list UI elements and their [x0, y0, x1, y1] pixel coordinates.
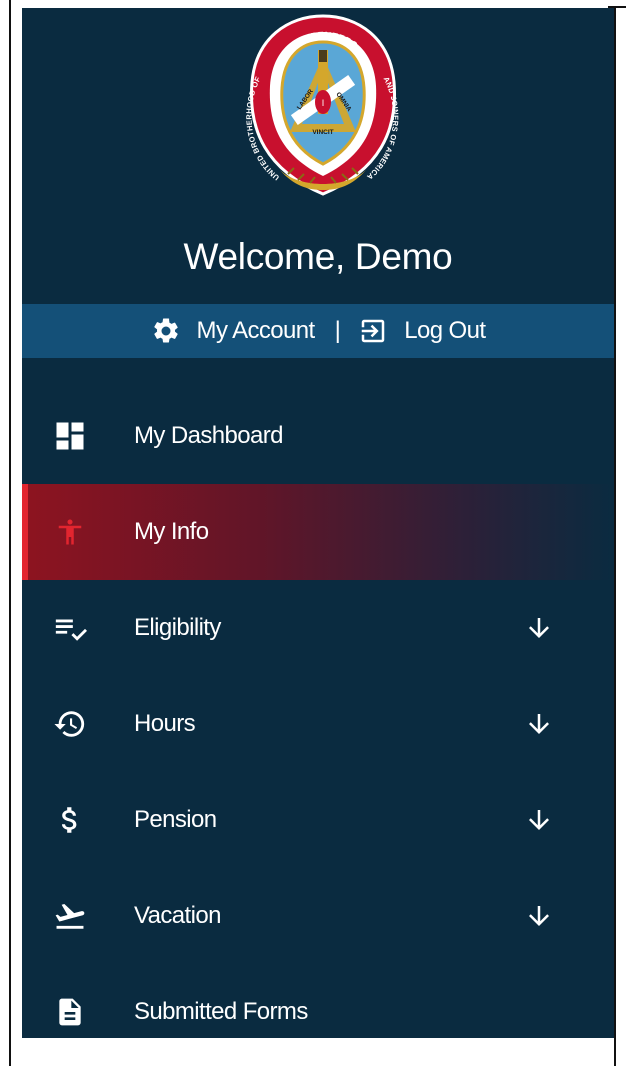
account-separator: |: [334, 317, 341, 344]
arrow-down-icon[interactable]: [524, 901, 554, 931]
nav-item-label: My Info: [134, 518, 209, 545]
dashboard-icon: [50, 416, 90, 456]
arrow-down-icon[interactable]: [524, 805, 554, 835]
nav-item-submitted-forms[interactable]: Submitted Forms: [22, 964, 614, 1038]
checklist-icon: [50, 608, 90, 648]
nav-item-vacation[interactable]: Vacation: [22, 868, 614, 964]
nav-item-my-info[interactable]: My Info: [22, 484, 614, 580]
nav-item-label: Eligibility: [134, 614, 221, 641]
nav-item-label: Vacation: [134, 902, 221, 929]
nav-menu: My Dashboard My Info Eligibility Hours P…: [22, 388, 614, 1038]
frame-border-left: [9, 0, 11, 1066]
nav-item-label: Hours: [134, 710, 196, 737]
nav-item-label: My Dashboard: [134, 422, 283, 449]
logout-link[interactable]: Log Out: [358, 316, 486, 346]
dollar-icon: [50, 800, 90, 840]
flight-takeoff-icon: [50, 896, 90, 936]
logout-label: Log Out: [404, 317, 486, 344]
account-bar: My Account | Log Out: [22, 304, 614, 358]
nav-item-label: Submitted Forms: [134, 998, 308, 1025]
frame-border-right: [614, 6, 616, 1066]
sidebar: CARPENTERS UNITED BROTHERHOOD OF AND JOI…: [22, 8, 614, 1038]
welcome-heading: Welcome, Demo: [183, 236, 453, 277]
my-account-label: My Account: [196, 317, 316, 344]
nav-item-hours[interactable]: Hours: [22, 676, 614, 772]
union-logo: CARPENTERS UNITED BROTHERHOOD OF AND JOI…: [218, 10, 428, 200]
history-icon: [50, 704, 90, 744]
nav-item-my-dashboard[interactable]: My Dashboard: [22, 388, 614, 484]
gear-icon: [151, 316, 181, 346]
person-icon: [50, 512, 90, 552]
nav-item-pension[interactable]: Pension: [22, 772, 614, 868]
arrow-down-icon[interactable]: [524, 709, 554, 739]
svg-text:VINCIT: VINCIT: [312, 129, 333, 136]
nav-item-eligibility[interactable]: Eligibility: [22, 580, 614, 676]
svg-text:I: I: [322, 98, 325, 108]
document-icon: [50, 992, 90, 1032]
nav-item-label: Pension: [134, 806, 217, 833]
my-account-link[interactable]: My Account: [151, 316, 315, 346]
logout-icon: [358, 316, 388, 346]
arrow-down-icon[interactable]: [524, 613, 554, 643]
